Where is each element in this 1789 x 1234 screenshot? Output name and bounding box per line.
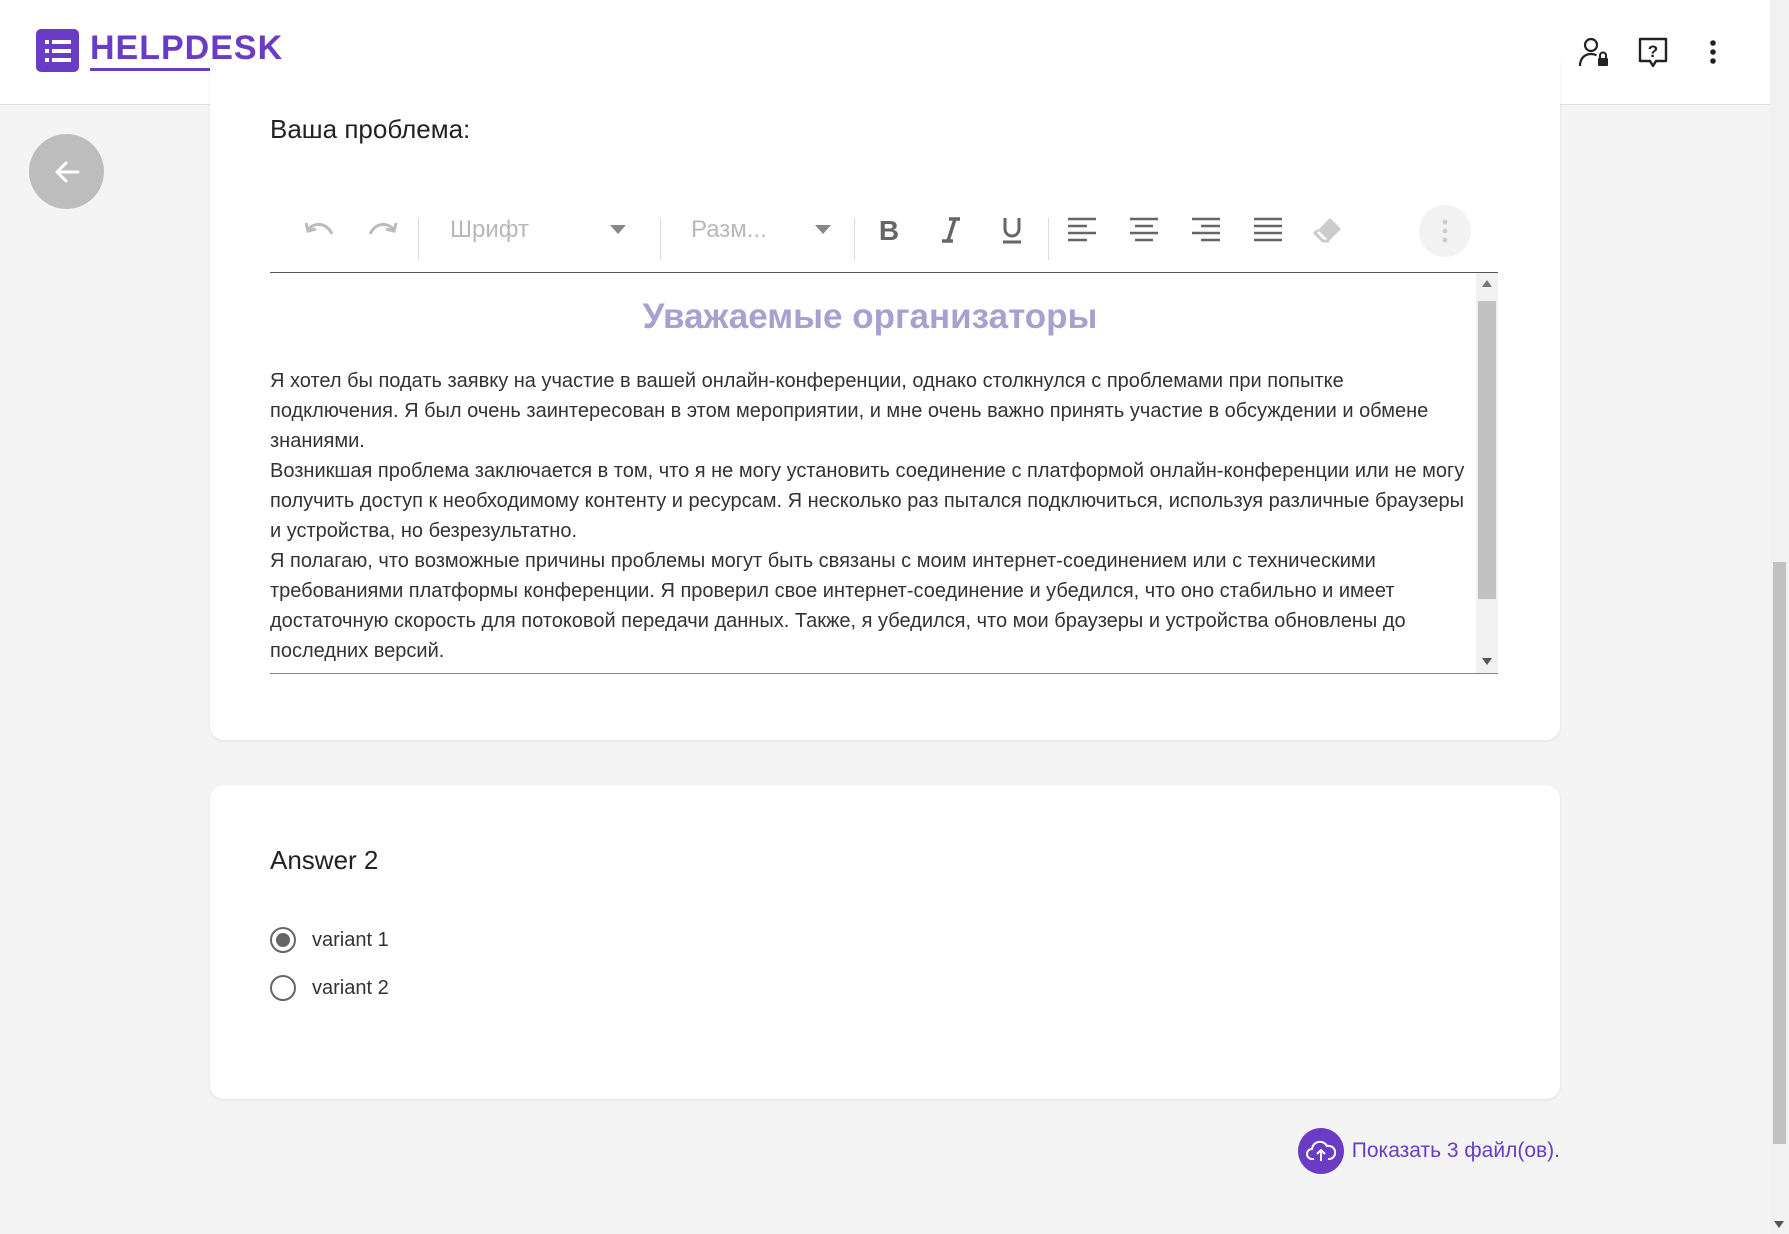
toolbar-separator (660, 218, 661, 260)
user-lock-icon[interactable] (1574, 32, 1614, 72)
editor-paragraph: Я хотел бы подать заявку на участие в ва… (270, 370, 1429, 452)
align-center-icon[interactable] (1124, 210, 1164, 250)
align-left-icon[interactable] (1062, 210, 1102, 250)
caret-down-icon (815, 225, 831, 234)
cloud-upload-icon (1297, 1128, 1344, 1174)
caret-down-icon (610, 225, 626, 234)
show-files-button[interactable]: Показать 3 файл(ов). (1297, 1128, 1560, 1174)
more-options-icon[interactable] (1419, 205, 1471, 257)
toolbar-separator (854, 218, 855, 260)
undo-icon[interactable] (300, 210, 340, 250)
radio-label: variant 2 (312, 976, 389, 999)
editor-paragraph: Я полагаю, что возможные причины проблем… (270, 550, 1406, 662)
scroll-down-icon[interactable] (1774, 1221, 1784, 1228)
problem-card: Ваша проблема: Шрифт Разм... B Уважаемые… (210, 60, 1560, 740)
italic-icon[interactable] (931, 210, 971, 250)
radio-option[interactable]: variant 2 (270, 975, 389, 1001)
editor-content: Уважаемые организаторы Я хотел бы подать… (270, 273, 1470, 666)
answer-card: Answer 2 variant 1 variant 2 (210, 785, 1560, 1099)
align-right-icon[interactable] (1186, 210, 1226, 250)
scroll-up-icon[interactable] (1482, 280, 1492, 287)
radio-button[interactable] (270, 975, 296, 1001)
svg-text:B: B (879, 217, 899, 243)
page-scrollbar-thumb[interactable] (1773, 562, 1786, 1144)
list-icon (36, 29, 79, 72)
size-select-label: Разм... (691, 216, 767, 243)
svg-text:?: ? (1648, 42, 1658, 61)
toolbar-separator (418, 218, 419, 260)
back-button[interactable] (29, 134, 104, 209)
bold-icon[interactable]: B (869, 210, 909, 250)
rich-text-editor[interactable]: Уважаемые организаторы Я хотел бы подать… (270, 273, 1498, 674)
radio-option[interactable]: variant 1 (270, 927, 389, 953)
editor-heading: Уважаемые организаторы (642, 297, 1098, 336)
redo-icon[interactable] (362, 210, 402, 250)
scroll-down-icon[interactable] (1482, 658, 1492, 665)
more-vert-icon[interactable] (1693, 32, 1733, 72)
radio-button-selected[interactable] (270, 927, 296, 953)
toolbar-separator (1048, 218, 1049, 260)
arrow-left-icon (55, 161, 79, 182)
radio-label: variant 1 (312, 928, 389, 951)
radio-dot (276, 933, 290, 947)
answer-title: Answer 2 (270, 845, 379, 875)
help-icon[interactable]: ? (1633, 32, 1673, 72)
show-files-label: Показать 3 файл(ов). (1351, 1139, 1560, 1162)
eraser-icon[interactable] (1308, 210, 1348, 250)
align-justify-icon[interactable] (1248, 210, 1288, 250)
editor-scrollbar[interactable] (1476, 273, 1498, 673)
underline-icon[interactable] (992, 210, 1032, 250)
font-select[interactable]: Шрифт (450, 210, 630, 250)
problem-label: Ваша проблема: (270, 114, 471, 144)
editor-toolbar: Шрифт Разм... B (270, 188, 1498, 273)
editor-paragraph: Возникшая проблема заключается в том, чт… (270, 460, 1465, 542)
font-select-label: Шрифт (450, 216, 529, 243)
editor-scrollbar-thumb[interactable] (1478, 301, 1496, 599)
page-scrollbar[interactable] (1770, 0, 1789, 1234)
size-select[interactable]: Разм... (691, 210, 831, 250)
